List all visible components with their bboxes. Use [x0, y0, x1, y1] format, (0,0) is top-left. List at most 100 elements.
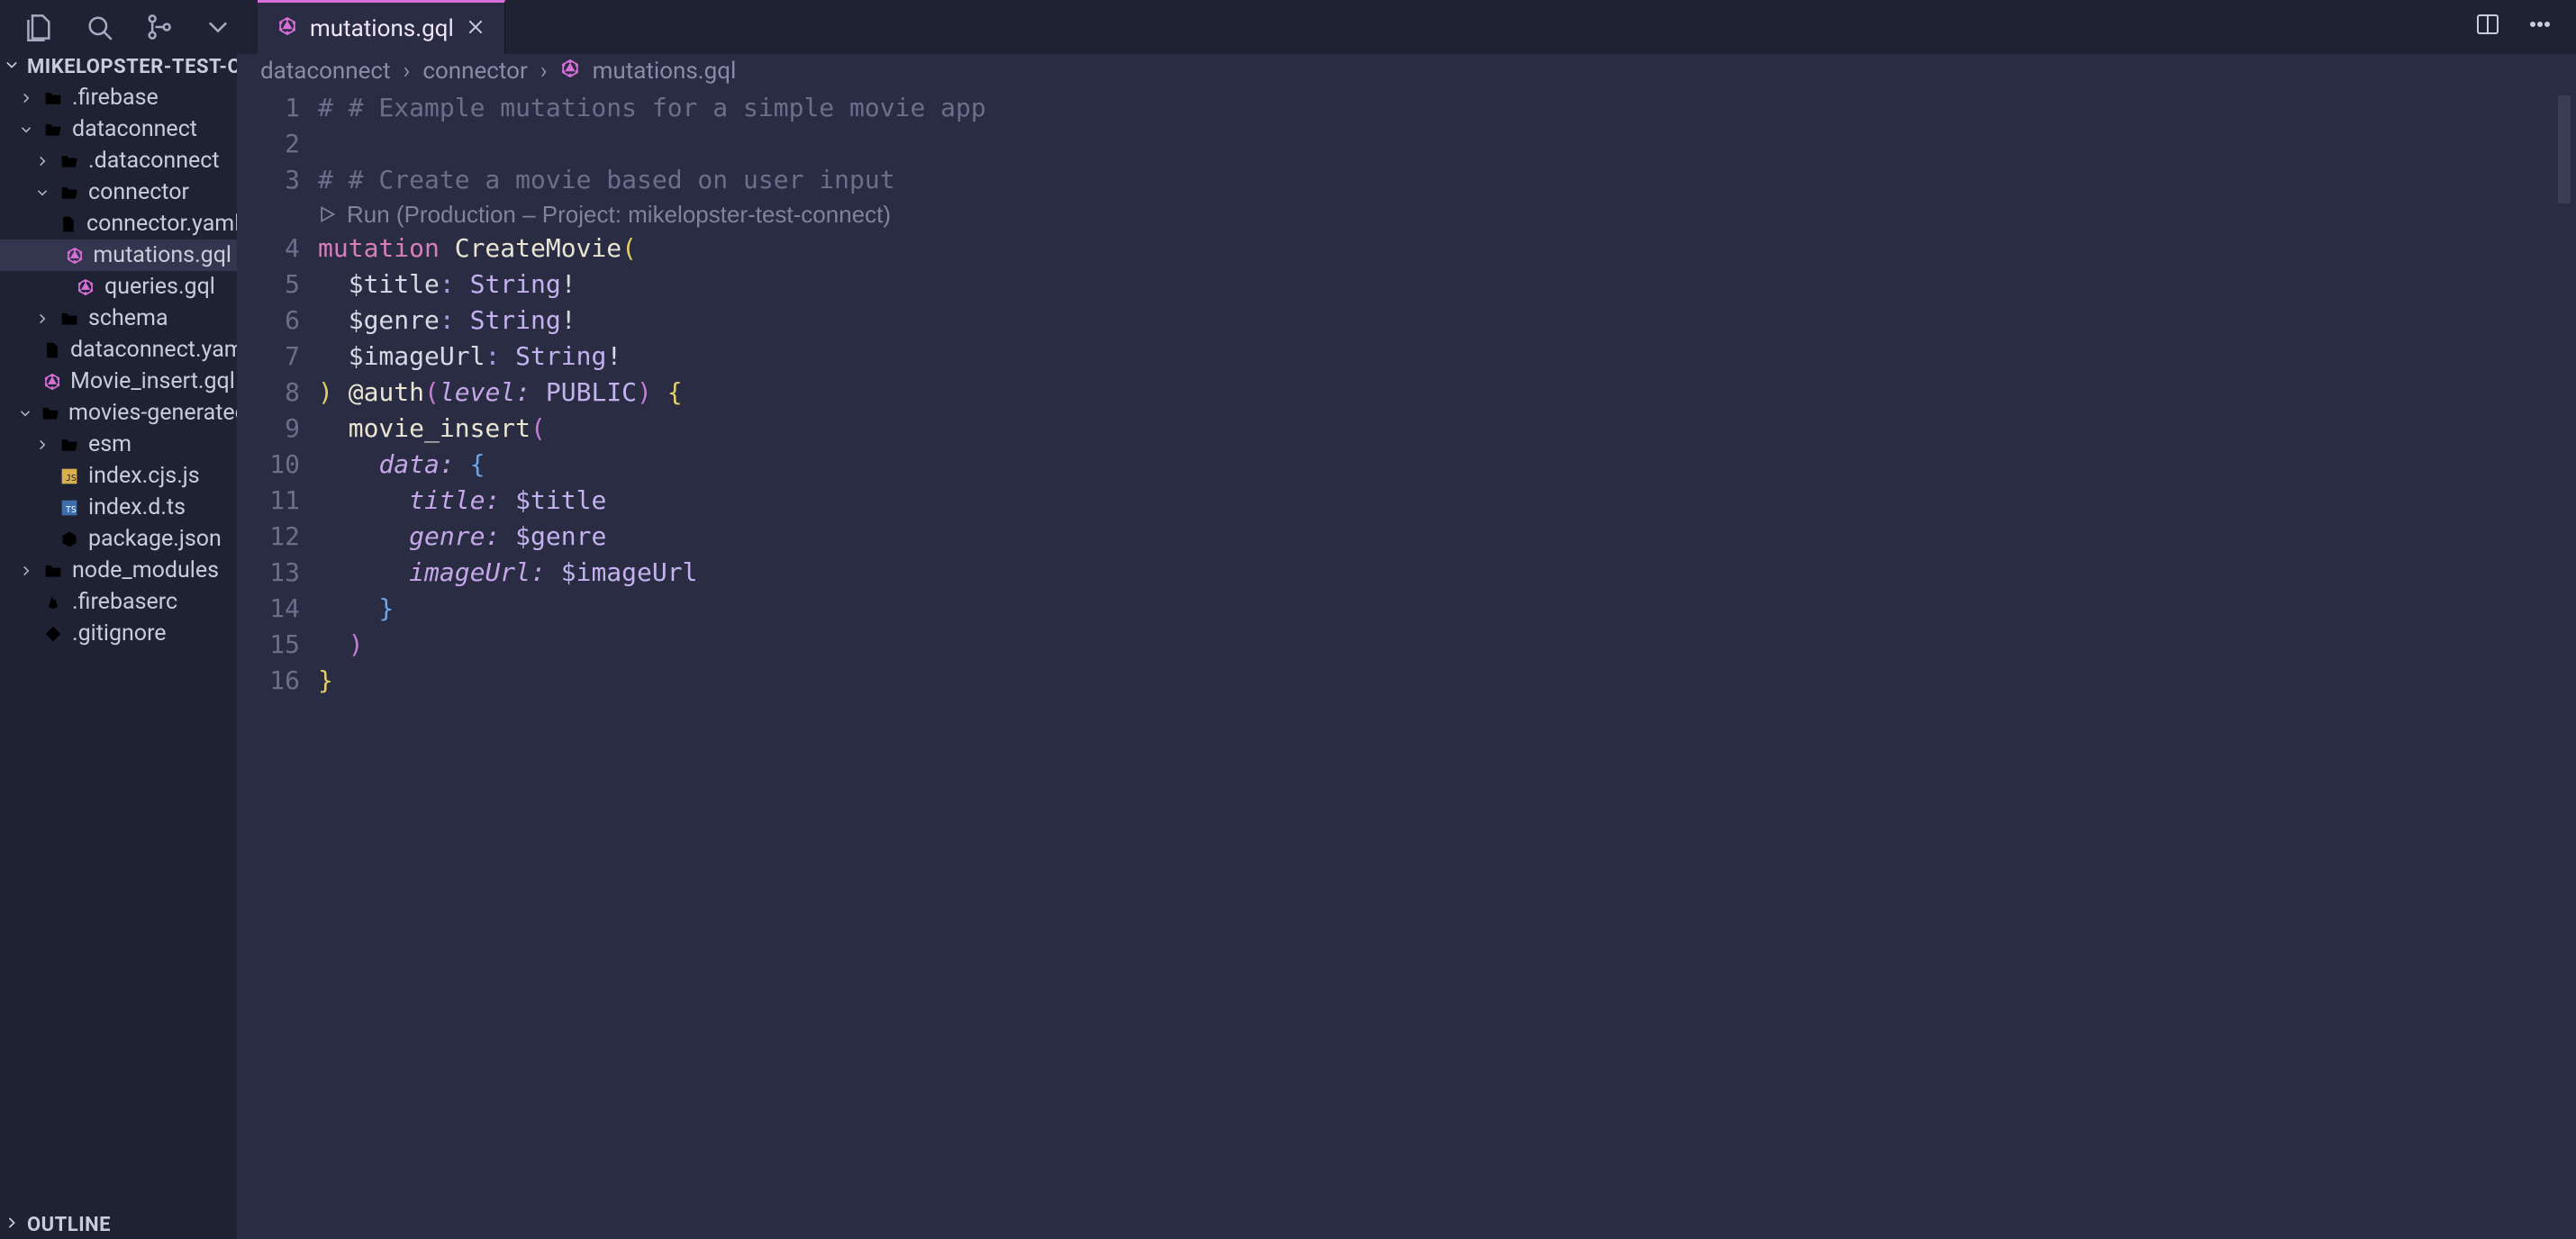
tree-folder[interactable]: node_modules	[0, 555, 237, 586]
tab-mutations-gql[interactable]: mutations.gql	[258, 0, 505, 54]
tree-file[interactable]: package.json	[0, 523, 237, 555]
tree-file[interactable]: TS index.d.ts	[0, 492, 237, 523]
codelens-label: Run (Production – Project: mikelopster-t…	[347, 196, 891, 232]
chevron-right-icon	[18, 91, 34, 105]
title-bar: mutations.gql	[0, 0, 2576, 54]
tab-label: mutations.gql	[310, 15, 454, 42]
line-number: 12	[237, 519, 300, 555]
close-icon[interactable]	[467, 16, 485, 41]
code-line[interactable]: }	[318, 591, 2576, 627]
tree-file[interactable]: connector.yaml	[0, 208, 237, 240]
code-content[interactable]: # # Example mutations for a simple movie…	[318, 88, 2576, 1239]
tree-item-label: node_modules	[72, 557, 219, 583]
tree-item-label: connector.yaml	[86, 211, 237, 237]
tree-item-label: index.d.ts	[88, 494, 186, 520]
outline-label: OUTLINE	[27, 1214, 111, 1236]
source-control-icon[interactable]	[144, 13, 173, 41]
line-number: 11	[237, 483, 300, 519]
file-red-icon	[59, 215, 77, 233]
svg-text:TS: TS	[66, 505, 77, 515]
folder-grey-icon	[59, 436, 79, 454]
tree-item-label: index.cjs.js	[88, 463, 200, 489]
tree-item-label: .dataconnect	[88, 148, 220, 174]
code-editor[interactable]: 12345678910111213141516 # # Example muta…	[237, 88, 2576, 1239]
tree-item-label: esm	[88, 431, 132, 457]
chevron-down-icon	[18, 406, 32, 421]
graphql-icon	[277, 16, 297, 41]
graphql-icon	[560, 58, 580, 85]
git-icon	[43, 625, 63, 643]
line-number: 16	[237, 663, 300, 699]
tree-item-label: .firebaserc	[72, 589, 177, 615]
code-line[interactable]: # # Example mutations for a simple movie…	[318, 90, 2576, 126]
code-line[interactable]: }	[318, 663, 2576, 699]
chevron-right-icon	[18, 564, 34, 578]
tree-item-label: package.json	[88, 526, 222, 552]
code-line[interactable]: $genre: String!	[318, 303, 2576, 339]
code-line[interactable]: $title: String!	[318, 267, 2576, 303]
tree-folder[interactable]: connector	[0, 176, 237, 208]
line-number: 7	[237, 339, 300, 375]
code-line[interactable]: mutation CreateMovie(	[318, 231, 2576, 267]
folder-grey-icon	[59, 184, 79, 202]
code-line[interactable]: ) @auth(level: PUBLIC) {	[318, 375, 2576, 411]
chevron-right-icon	[34, 438, 50, 452]
tree-folder[interactable]: esm	[0, 429, 237, 460]
tree-item-label: .firebase	[72, 85, 159, 111]
tree-folder[interactable]: schema	[0, 303, 237, 334]
code-line[interactable]: data: {	[318, 447, 2576, 483]
folder-grey-icon	[59, 152, 79, 170]
code-line[interactable]: movie_insert(	[318, 411, 2576, 447]
outline-header[interactable]: OUTLINE	[0, 1211, 237, 1239]
code-line[interactable]: title: $title	[318, 483, 2576, 519]
code-line[interactable]: )	[318, 627, 2576, 663]
tree-folder[interactable]: .firebase	[0, 82, 237, 113]
code-line[interactable]: # # Create a movie based on user input	[318, 162, 2576, 198]
svg-text:JS: JS	[66, 474, 77, 484]
folder-green-icon	[43, 562, 63, 580]
tree-file[interactable]: queries.gql	[0, 271, 237, 303]
explorer-folder-header[interactable]: MIKELOPSTER-TEST-CO...	[0, 54, 237, 82]
code-line[interactable]: imageUrl: $imageUrl	[318, 555, 2576, 591]
chevron-down-icon	[4, 56, 20, 78]
split-editor-icon[interactable]	[2475, 12, 2500, 42]
breadcrumb-seg[interactable]: dataconnect	[260, 58, 391, 85]
explorer-sidebar: MIKELOPSTER-TEST-CO... .firebase dataconn…	[0, 54, 237, 1239]
line-number: 2	[237, 126, 300, 162]
code-line[interactable]: genre: $genre	[318, 519, 2576, 555]
tree-item-label: dataconnect	[72, 116, 197, 142]
codelens-run[interactable]: Run (Production – Project: mikelopster-t…	[318, 198, 2576, 231]
tree-folder[interactable]: movies-generated	[0, 397, 237, 429]
tree-folder[interactable]: .dataconnect	[0, 145, 237, 176]
gql-icon	[76, 278, 95, 296]
breadcrumb[interactable]: dataconnect › connector › mutations.gql	[237, 54, 2576, 88]
line-number: 1	[237, 90, 300, 126]
chevron-right-icon	[34, 312, 50, 326]
tree-file[interactable]: mutations.gql	[0, 240, 237, 271]
chevron-right-icon: ›	[404, 58, 411, 85]
minimap-slider[interactable]	[2558, 95, 2571, 203]
tree-file[interactable]: .gitignore	[0, 618, 237, 649]
file-red-icon	[43, 341, 61, 359]
code-line[interactable]: $imageUrl: String!	[318, 339, 2576, 375]
more-icon[interactable]	[2527, 12, 2553, 42]
chevron-down-icon[interactable]	[204, 13, 232, 41]
tree-file[interactable]: JS index.cjs.js	[0, 460, 237, 492]
breadcrumb-seg[interactable]: mutations.gql	[593, 58, 737, 85]
tree-file[interactable]: dataconnect.yaml	[0, 334, 237, 366]
tree-file[interactable]: .firebaserc	[0, 586, 237, 618]
line-number: 9	[237, 411, 300, 447]
tree-item-label: queries.gql	[104, 274, 215, 300]
tree-item-label: .gitignore	[72, 620, 167, 647]
search-icon[interactable]	[85, 13, 113, 41]
code-line[interactable]	[318, 126, 2576, 162]
tree-folder[interactable]: dataconnect	[0, 113, 237, 145]
line-number: 4	[237, 231, 300, 267]
editor-tabs: mutations.gql	[258, 0, 2452, 54]
breadcrumb-seg[interactable]: connector	[422, 58, 527, 85]
tree-item-label: schema	[88, 305, 168, 331]
files-icon[interactable]	[25, 13, 54, 41]
line-number-gutter: 12345678910111213141516	[237, 88, 318, 1239]
line-number: 13	[237, 555, 300, 591]
tree-file[interactable]: Movie_insert.gql	[0, 366, 237, 397]
